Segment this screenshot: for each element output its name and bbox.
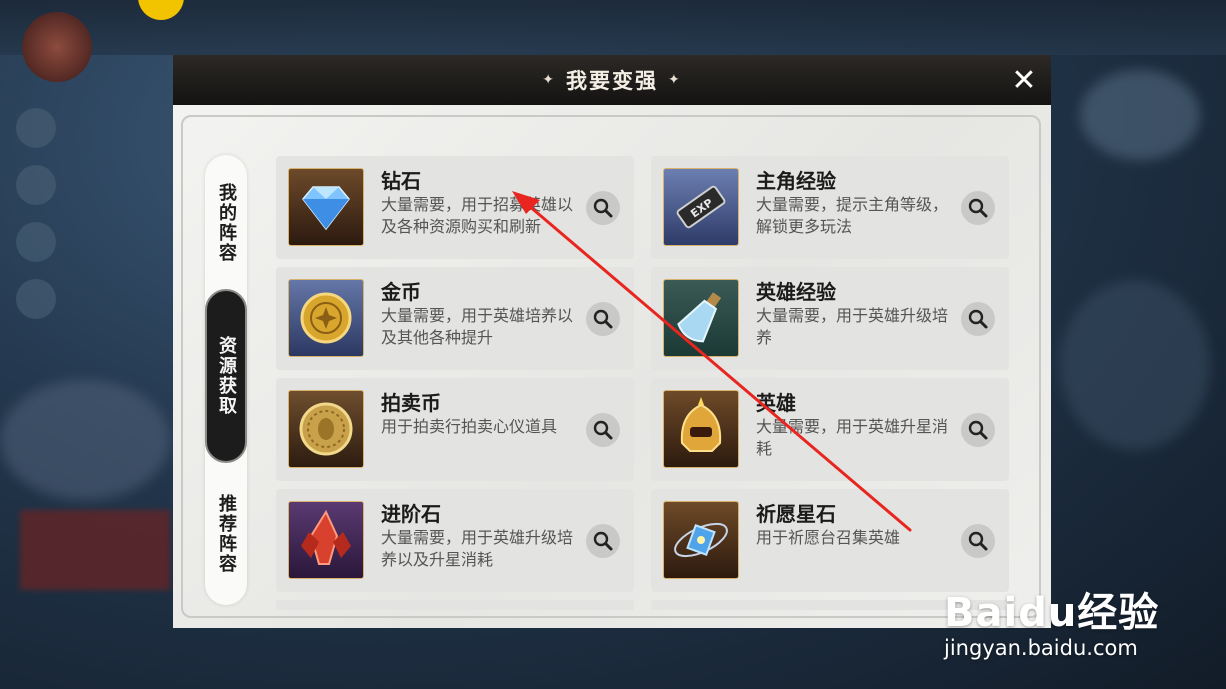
- watermark-brand: Baidu经验: [944, 590, 1160, 636]
- baidu-watermark: Baidu经验 jingyan.baidu.com: [944, 580, 1159, 660]
- watermark-url: jingyan.baidu.com: [944, 636, 1138, 660]
